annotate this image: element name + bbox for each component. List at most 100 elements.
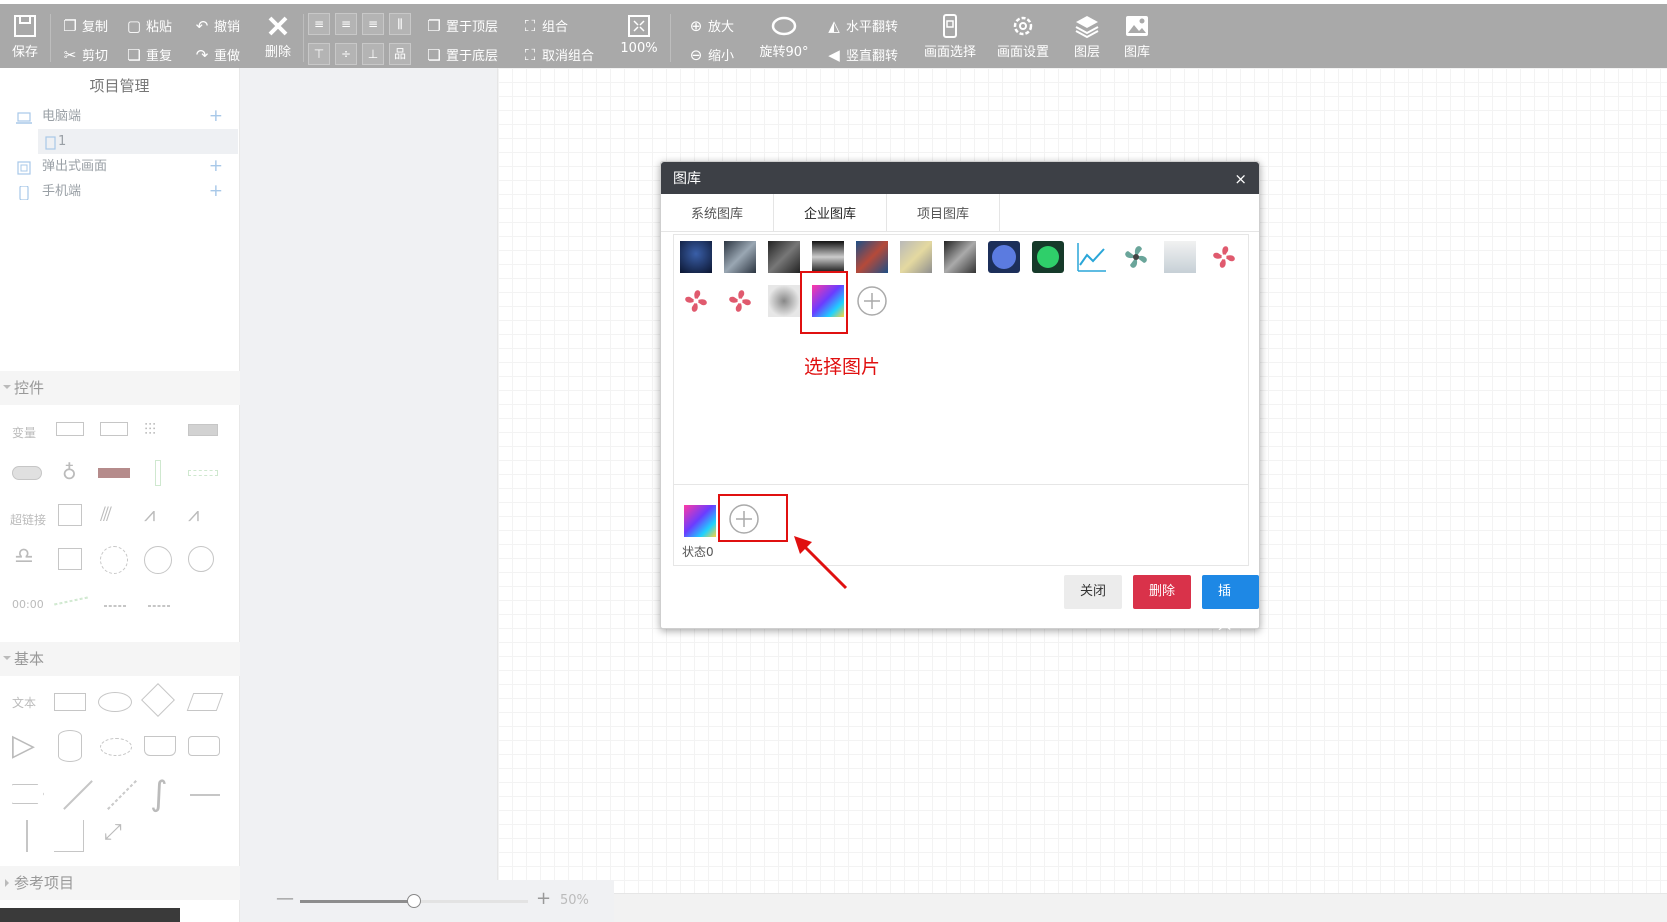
cloud-shape[interactable] — [100, 738, 132, 756]
align-right-button[interactable]: ≡ — [362, 13, 384, 35]
ellipse-shape[interactable] — [98, 692, 132, 712]
flip-horizontal-button[interactable]: ◭ 水平翻转 — [826, 16, 898, 36]
zoom-plus-icon[interactable]: + — [536, 888, 551, 909]
send-bottom-button[interactable]: ❏ 置于底层 — [426, 45, 498, 65]
arrow-line-shape[interactable]: ⤢ — [104, 820, 122, 845]
control-number-display[interactable] — [56, 422, 84, 436]
add-mobile-icon[interactable]: + — [209, 179, 223, 204]
control-number-input[interactable] — [100, 422, 128, 436]
close-button[interactable]: 关闭 — [1064, 575, 1123, 609]
add-page-icon[interactable]: + — [209, 104, 223, 129]
delete-button[interactable]: 删除 — [1133, 575, 1192, 609]
rotate-button[interactable]: 旋转90° — [754, 12, 814, 60]
undo-button[interactable]: ↶ 撤销 — [194, 16, 240, 36]
section-basic[interactable]: 基本 — [0, 642, 240, 676]
basic-text-label[interactable]: 文本 — [12, 694, 36, 711]
red-fan-thumb[interactable] — [680, 285, 712, 317]
section-reference[interactable]: 参考项目 — [0, 866, 240, 900]
align-left-button[interactable]: ≡ — [308, 13, 330, 35]
gallery-thumb[interactable] — [1164, 241, 1196, 273]
gallery-thumb[interactable] — [988, 241, 1020, 273]
tree-item-mobile[interactable]: 手机端 + — [0, 179, 239, 204]
document-shape[interactable] — [144, 736, 176, 756]
tree-item-popup[interactable]: 弹出式画面 + — [0, 154, 239, 179]
repeat-button[interactable]: ❏ 重复 — [126, 45, 172, 65]
align-bottom-button[interactable]: ⊥ — [362, 43, 384, 65]
gallery-thumb[interactable] — [812, 241, 844, 273]
layers-button[interactable]: 图层 — [1062, 12, 1112, 60]
control-trend-line[interactable] — [54, 596, 88, 606]
screen-select-button[interactable]: 画面选择 — [920, 12, 980, 60]
tree-item-page-1[interactable]: 1 — [38, 129, 238, 154]
tree-item-desktop[interactable]: 电脑端 + — [0, 104, 239, 129]
bulb-icon[interactable]: ♁ — [62, 460, 77, 484]
trend-chart-icon[interactable]: ⩘ — [188, 502, 199, 526]
gallery-thumb[interactable] — [900, 241, 932, 273]
group-button[interactable]: ⛶ 组合 — [522, 16, 568, 36]
image-icon[interactable] — [58, 504, 82, 526]
fan-thumb[interactable] — [1120, 241, 1152, 273]
gallery-thumb[interactable] — [1032, 241, 1064, 273]
section-controls[interactable]: 控件 — [0, 371, 240, 405]
gallery-thumb[interactable] — [768, 285, 800, 317]
zoom-minus-icon[interactable]: — — [276, 888, 294, 909]
cylinder-shape[interactable] — [58, 730, 82, 762]
gallery-button[interactable]: 图库 — [1112, 12, 1162, 60]
zoom-slider-track[interactable] — [300, 894, 528, 908]
ungroup-button[interactable]: ⛶ 取消组合 — [522, 45, 594, 65]
red-fan-thumb[interactable] — [1208, 241, 1240, 273]
parallelogram-shape[interactable] — [186, 693, 224, 711]
gallery-thumb[interactable] — [944, 241, 976, 273]
control-dash-line-2[interactable] — [148, 605, 170, 607]
redo-button[interactable]: ↷ 重做 — [194, 45, 240, 65]
state-thumb[interactable] — [684, 505, 716, 537]
tab-project-gallery[interactable]: 项目图库 — [887, 194, 1001, 231]
flip-vertical-button[interactable]: ◀ 竖直翻转 — [826, 45, 898, 65]
copy-button[interactable]: ❐ 复制 — [62, 16, 108, 36]
control-time-label[interactable]: 00:00 — [12, 598, 44, 611]
delete-button[interactable]: 删除 — [253, 12, 303, 60]
elbow-line-shape[interactable] — [54, 820, 84, 852]
tab-enterprise-gallery[interactable]: 企业图库 — [774, 194, 888, 231]
control-text-box[interactable] — [188, 424, 218, 436]
gallery-thumb[interactable] — [856, 241, 888, 273]
rectangle-shape[interactable] — [54, 693, 86, 711]
tab-system-gallery[interactable]: 系统图库 — [661, 194, 775, 231]
dial-icon[interactable] — [144, 546, 172, 574]
zoom-level-select[interactable]: 100% — [614, 12, 664, 56]
zoom-out-button[interactable]: ⊖ 缩小 — [688, 45, 734, 65]
distribute-button[interactable]: 品 — [389, 43, 411, 65]
align-top-button[interactable]: ⊤ — [308, 43, 330, 65]
gallery-thumb[interactable] — [680, 241, 712, 273]
paste-button[interactable]: ▢ 粘贴 — [126, 16, 172, 36]
control-level-bar[interactable] — [155, 460, 161, 486]
control-slider-icon[interactable]: ⫶⫶⫶ — [144, 420, 156, 440]
horizontal-line-shape[interactable] — [190, 794, 220, 796]
insert-button[interactable]: 插入 — [1202, 575, 1259, 633]
close-icon[interactable]: × — [1234, 162, 1247, 196]
align-middle-button[interactable]: ÷ — [335, 43, 357, 65]
chevron-shape[interactable] — [12, 784, 44, 804]
align-vcenter-button[interactable]: ⫼ — [389, 13, 411, 35]
gallery-thumb[interactable] — [724, 241, 756, 273]
align-center-button[interactable]: ≡ — [335, 13, 357, 35]
add-image-button[interactable] — [856, 285, 888, 317]
curve-shape[interactable]: ∫ — [150, 774, 168, 814]
zoom-in-button[interactable]: ⊕ 放大 — [688, 16, 734, 36]
bar-chart-icon[interactable]: ⫻ — [100, 502, 112, 526]
dashed-line-shape[interactable] — [107, 780, 137, 810]
gauge-icon[interactable] — [100, 546, 128, 574]
control-progress[interactable] — [188, 470, 218, 476]
control-bar[interactable] — [98, 468, 130, 478]
table-icon[interactable] — [58, 548, 82, 570]
triangle-shape[interactable]: ▷ — [12, 728, 35, 763]
vertical-line-shape[interactable] — [26, 820, 28, 852]
cut-button[interactable]: ✂ 剪切 — [62, 45, 108, 65]
zoom-slider-handle[interactable] — [407, 894, 421, 908]
gallery-thumb[interactable] — [768, 241, 800, 273]
line-chart-thumb[interactable] — [1076, 241, 1108, 273]
camera-icon[interactable] — [188, 546, 214, 572]
screen-settings-button[interactable]: 画面设置 — [993, 12, 1053, 60]
control-dash-line[interactable] — [104, 605, 126, 607]
alarm-bell-icon[interactable]: ♎ — [14, 544, 34, 569]
